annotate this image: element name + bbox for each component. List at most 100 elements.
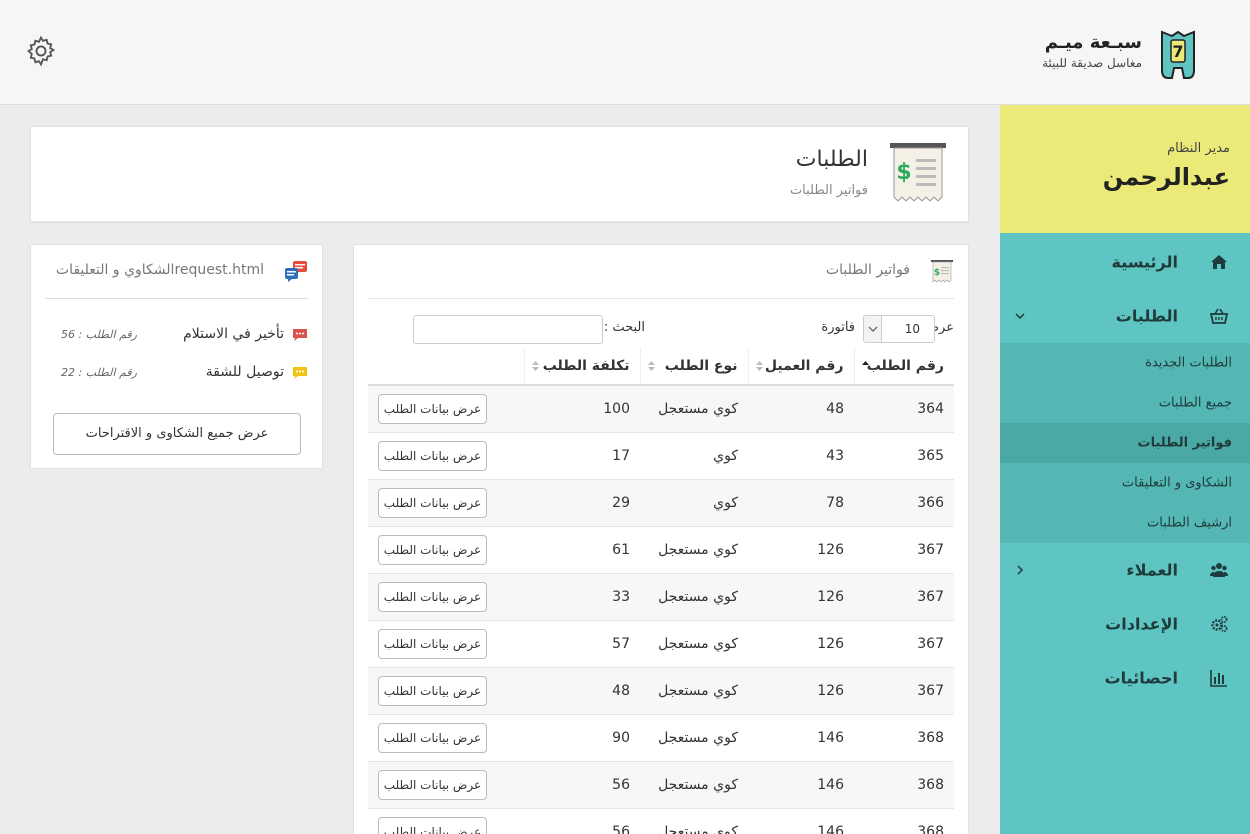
sidebar-item-stats[interactable]: احصائيات xyxy=(1000,651,1250,705)
order-cost-cell: 56 xyxy=(524,760,640,808)
order-cost-cell: 100 xyxy=(524,384,640,432)
actions-cell: عرض بيانات الطلب xyxy=(368,760,524,808)
table-header-row: رقم الطلب رقم العميل نوع الطلب تكلفة الط… xyxy=(368,347,954,386)
client-number-cell: 78 xyxy=(748,478,854,526)
view-order-button[interactable]: عرض بيانات الطلب xyxy=(378,440,487,471)
complaint-item[interactable]: توصيل للشقة رقم الطلب : 22 xyxy=(45,359,308,389)
order-cost-cell: 61 xyxy=(524,525,640,573)
submenu-label: الشكاوى و التعليقات xyxy=(1121,475,1232,491)
view-order-button[interactable]: عرض بيانات الطلب xyxy=(378,393,487,424)
table-row: 368 146 كوي مستعجل 56 عرض بيانات الطلب xyxy=(368,807,954,834)
sort-icon xyxy=(647,360,655,371)
bar-chart-icon xyxy=(1210,670,1227,687)
actions-cell: عرض بيانات الطلب xyxy=(368,384,524,432)
column-header-actions xyxy=(368,347,524,386)
logo-icon: 7 xyxy=(1161,30,1195,79)
order-number-cell: 368 xyxy=(854,760,954,808)
column-header-order-cost[interactable]: تكلفة الطلب xyxy=(523,347,640,386)
chat-icon xyxy=(293,329,307,341)
client-number-cell: 146 xyxy=(748,807,854,834)
basket-icon xyxy=(1210,308,1228,324)
sidebar-item-clients[interactable]: العملاء xyxy=(1000,543,1250,597)
invoices-table: رقم الطلب رقم العميل نوع الطلب تكلفة الط… xyxy=(368,347,954,834)
order-number-cell: 367 xyxy=(854,619,954,667)
submenu-item-archive[interactable]: ارشيف الطلبات xyxy=(1000,503,1250,543)
order-number-cell: 366 xyxy=(854,478,954,526)
orders-submenu: الطلبات الجديدة جميع الطلبات فواتير الطل… xyxy=(1000,343,1250,543)
order-number-cell: 367 xyxy=(854,666,954,714)
order-cost-cell: 17 xyxy=(524,431,640,479)
view-order-button[interactable]: عرض بيانات الطلب xyxy=(378,581,487,612)
view-order-button[interactable]: عرض بيانات الطلب xyxy=(378,816,487,834)
complaint-order-number: رقم الطلب : 22 xyxy=(61,366,137,379)
order-type-cell: كوي مستعجل xyxy=(640,666,748,714)
column-header-label: رقم الطلب xyxy=(866,357,944,374)
view-order-button[interactable]: عرض بيانات الطلب xyxy=(378,769,487,800)
logo-char: 7 xyxy=(1172,42,1183,61)
gear-icon[interactable] xyxy=(24,34,58,68)
invoice-icon: $ xyxy=(890,143,946,202)
column-header-order-number[interactable]: رقم الطلب xyxy=(853,347,954,386)
page-size-value: 10 xyxy=(904,322,920,336)
invoices-panel-header: $ فواتير الطلبات xyxy=(368,245,954,299)
svg-text:$: $ xyxy=(896,160,911,185)
brand-name: سبـعة ميـم xyxy=(1044,32,1142,53)
order-cost-cell: 57 xyxy=(524,619,640,667)
column-header-order-type[interactable]: نوع الطلب xyxy=(639,347,748,386)
complaints-panel-title: الشكاوي و التعليقاتrequest.html xyxy=(55,262,264,278)
page-size-unit: فاتورة xyxy=(821,320,855,335)
complaint-order-number: رقم الطلب : 56 xyxy=(61,328,137,341)
submenu-item-new-orders[interactable]: الطلبات الجديدة xyxy=(1000,343,1250,383)
sort-icon xyxy=(531,360,539,371)
submenu-label: الطلبات الجديدة xyxy=(1145,355,1232,371)
page-subtitle: فواتير الطلبات xyxy=(789,183,868,198)
submenu-item-complaints[interactable]: الشكاوى و التعليقات xyxy=(1000,463,1250,503)
actions-cell: عرض بيانات الطلب xyxy=(368,572,524,620)
order-type-cell: كوي مستعجل xyxy=(640,760,748,808)
view-order-button[interactable]: عرض بيانات الطلب xyxy=(378,628,487,659)
order-type-cell: كوي مستعجل xyxy=(640,525,748,573)
users-icon xyxy=(1210,563,1228,577)
submenu-item-all-orders[interactable]: جميع الطلبات xyxy=(1000,383,1250,423)
complaint-item[interactable]: تأخير في الاستلام رقم الطلب : 56 xyxy=(45,321,308,351)
order-number-cell: 367 xyxy=(854,525,954,573)
brand[interactable]: 7 سبـعة ميـم مغاسل صديقة للبيئة xyxy=(966,30,1196,84)
table-row: 366 78 كوي 29 عرض بيانات الطلب xyxy=(368,478,954,526)
column-header-label: رقم العميل xyxy=(764,357,844,374)
view-order-button[interactable]: عرض بيانات الطلب xyxy=(378,534,487,565)
actions-cell: عرض بيانات الطلب xyxy=(368,478,524,526)
order-cost-cell: 48 xyxy=(524,666,640,714)
sidebar-item-label: الطلبات xyxy=(1115,306,1178,326)
sidebar-item-settings[interactable]: الإعدادات xyxy=(1000,597,1250,651)
order-number-cell: 364 xyxy=(854,384,954,432)
table-row: 368 146 كوي مستعجل 56 عرض بيانات الطلب xyxy=(368,760,954,808)
order-type-cell: كوي مستعجل xyxy=(640,572,748,620)
sidebar-item-home[interactable]: الرئيسية xyxy=(1000,235,1250,289)
page-size-select[interactable]: 10 xyxy=(863,315,935,343)
view-all-complaints-button[interactable]: عرض جميع الشكاوى و الاقتراحات xyxy=(53,413,301,455)
complaint-text: توصيل للشقة xyxy=(205,364,284,380)
view-order-button[interactable]: عرض بيانات الطلب xyxy=(378,675,487,706)
profile-role: مدير النظام xyxy=(1167,141,1230,156)
order-number-cell: 368 xyxy=(854,807,954,834)
home-icon xyxy=(1211,255,1227,269)
svg-text:$: $ xyxy=(934,268,940,278)
client-number-cell: 48 xyxy=(748,384,854,432)
submenu-item-invoices[interactable]: فواتير الطلبات xyxy=(1000,423,1250,463)
sidebar-item-label: العملاء xyxy=(1126,560,1178,580)
complaints-panel-header: الشكاوي و التعليقاتrequest.html xyxy=(45,245,308,299)
sidebar-item-orders[interactable]: الطلبات xyxy=(1000,289,1250,343)
search-input[interactable] xyxy=(413,315,603,344)
client-number-cell: 146 xyxy=(748,760,854,808)
profile-box: مدير النظام عبدالرحمن xyxy=(1000,105,1250,233)
page-header-card: $ الطلبات فواتير الطلبات xyxy=(30,126,969,222)
client-number-cell: 126 xyxy=(748,666,854,714)
column-header-client-number[interactable]: رقم العميل xyxy=(747,347,854,386)
view-order-button[interactable]: عرض بيانات الطلب xyxy=(378,487,487,518)
actions-cell: عرض بيانات الطلب xyxy=(368,431,524,479)
order-type-cell: كوي مستعجل xyxy=(640,807,748,834)
table-row: 367 126 كوي مستعجل 33 عرض بيانات الطلب xyxy=(368,572,954,620)
invoice-icon: $ xyxy=(931,260,953,283)
view-order-button[interactable]: عرض بيانات الطلب xyxy=(378,722,487,753)
submenu-label: ارشيف الطلبات xyxy=(1147,515,1232,531)
